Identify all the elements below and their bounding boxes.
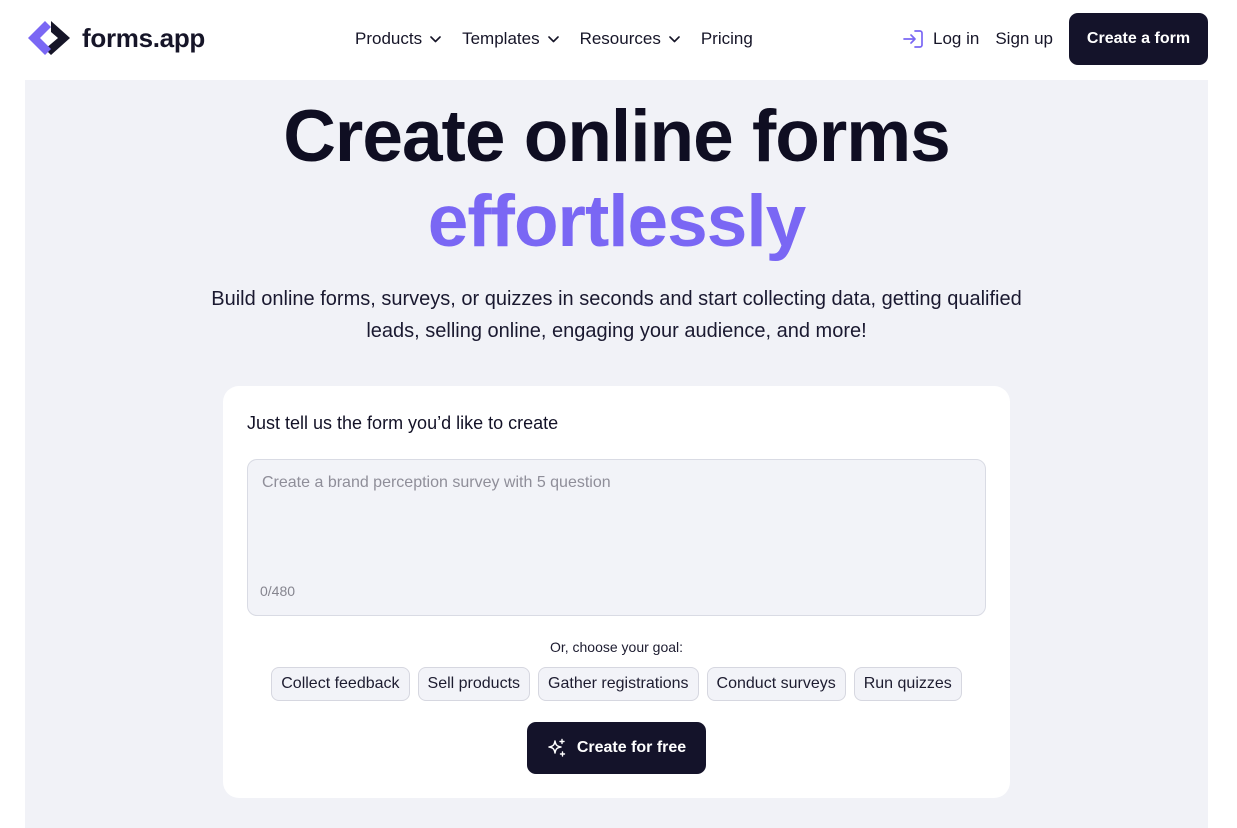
form-prompt-input[interactable] xyxy=(262,474,962,574)
prompt-card: Just tell us the form you’d like to crea… xyxy=(223,386,1010,798)
signup-link[interactable]: Sign up xyxy=(995,29,1053,49)
create-for-free-button[interactable]: Create for free xyxy=(527,722,706,774)
chevron-down-icon xyxy=(669,35,680,42)
create-for-free-label: Create for free xyxy=(576,739,687,756)
create-form-button[interactable]: Create a form xyxy=(1069,13,1208,65)
sparkle-icon xyxy=(548,738,566,757)
auth-area: Log in Sign up Create a form xyxy=(902,13,1208,65)
login-arrow-icon xyxy=(903,30,923,48)
hero-subtitle: Build online forms, surveys, or quizzes … xyxy=(211,288,1022,342)
chevron-down-icon xyxy=(430,35,441,42)
goal-chips: Collect feedback Sell products Gather re… xyxy=(223,667,1010,701)
hero-title: Create online forms xyxy=(283,96,951,177)
prompt-box[interactable]: 0/480 xyxy=(247,459,986,616)
chevron-down-icon xyxy=(547,35,559,42)
goal-chip-sell-products[interactable]: Sell products xyxy=(417,667,531,701)
forms-app-logo-icon xyxy=(28,21,70,55)
login-label: Log in xyxy=(933,29,980,48)
goal-chip-collect-feedback[interactable]: Collect feedback xyxy=(271,667,410,701)
character-counter: 0/480 xyxy=(260,583,296,599)
site-header: forms.app Products Templates Resources P… xyxy=(0,0,1237,80)
nav-item-label: Products xyxy=(355,29,423,48)
hero-accent-word: effortlessly xyxy=(427,181,807,262)
hero-section: Create online forms effortlessly Build o… xyxy=(25,80,1208,828)
prompt-card-title: Just tell us the form you’d like to crea… xyxy=(247,413,559,433)
nav-item-pricing[interactable]: Pricing xyxy=(701,29,753,49)
nav-item-templates[interactable]: Templates xyxy=(462,29,559,49)
logo[interactable]: forms.app xyxy=(25,18,205,58)
login-link[interactable]: Log in xyxy=(902,29,979,49)
goal-chip-run-quizzes[interactable]: Run quizzes xyxy=(853,667,962,701)
goal-chip-conduct-surveys[interactable]: Conduct surveys xyxy=(706,667,846,701)
nav-item-label: Pricing xyxy=(700,29,753,48)
goal-chip-gather-registrations[interactable]: Gather registrations xyxy=(538,667,699,701)
nav-item-label: Templates xyxy=(462,29,540,48)
main-nav: Products Templates Resources Pricing xyxy=(355,26,774,52)
brand-name: forms.app xyxy=(82,22,205,53)
goal-label: Or, choose your goal: xyxy=(549,639,684,655)
nav-item-label: Resources xyxy=(579,29,661,48)
nav-item-products[interactable]: Products xyxy=(355,29,441,49)
nav-item-resources[interactable]: Resources xyxy=(580,29,680,49)
